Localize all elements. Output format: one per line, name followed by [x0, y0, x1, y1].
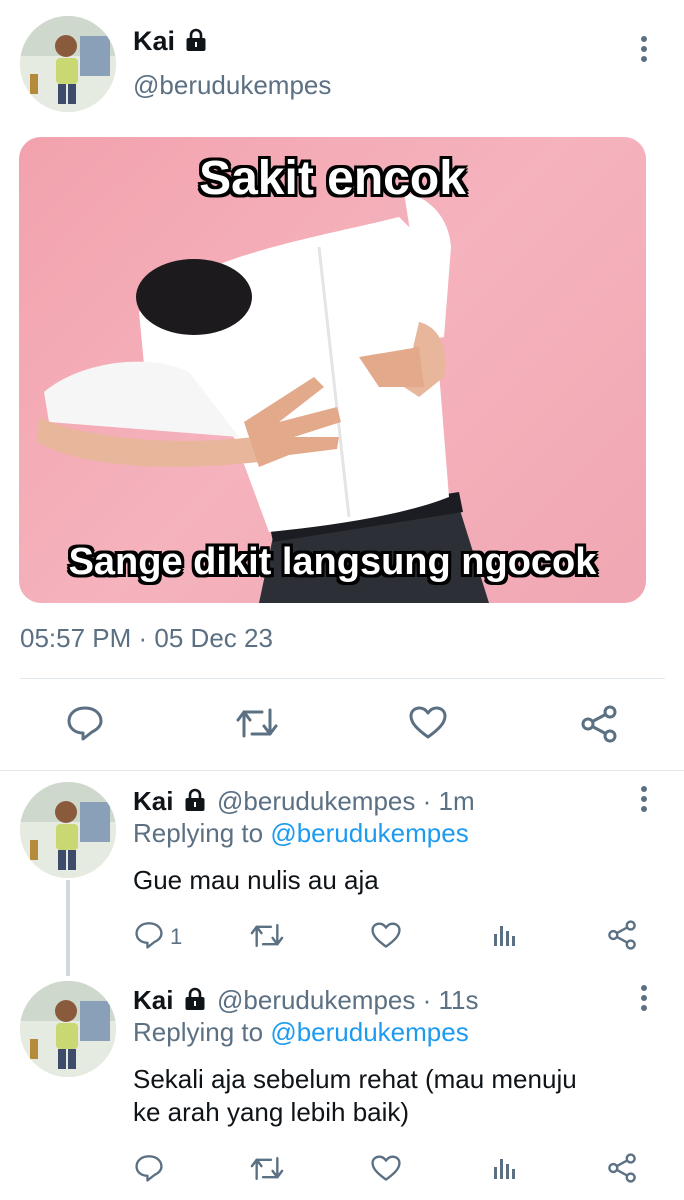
author-name[interactable]: Kai: [133, 26, 175, 56]
like-icon[interactable]: [371, 1155, 401, 1182]
reply-text-line-1: Sekali aja sebelum rehat (mau menuju: [133, 1064, 577, 1094]
replying-to-label: Replying to: [133, 818, 264, 848]
lock-icon: [185, 28, 207, 57]
divider: [20, 678, 665, 679]
retweet-icon[interactable]: [250, 1155, 284, 1182]
replying-to-handle[interactable]: @berudukempes: [270, 1017, 468, 1047]
analytics-icon[interactable]: [492, 922, 518, 948]
like-icon[interactable]: [371, 922, 401, 949]
reply-text-line-2: ke arah yang lebih baik): [133, 1097, 410, 1127]
reply-count: 1: [170, 924, 183, 949]
analytics-icon[interactable]: [492, 1155, 518, 1181]
tweet-image[interactable]: Sakit encok Sange dikit langsung ngocok: [19, 137, 646, 603]
replying-to-label: Replying to: [133, 1017, 264, 1047]
replying-to-handle[interactable]: @berudukempes: [270, 818, 468, 848]
avatar[interactable]: [20, 981, 116, 1077]
divider: [0, 770, 684, 771]
reply-author-name[interactable]: Kai: [133, 985, 173, 1015]
reply-meta[interactable]: @berudukempes · 11s: [217, 985, 479, 1016]
reply-text: Gue mau nulis au aja: [133, 865, 379, 895]
like-icon[interactable]: [409, 706, 447, 740]
retweet-icon[interactable]: [250, 922, 284, 949]
reply-meta[interactable]: @berudukempes · 1m: [217, 786, 475, 817]
more-icon[interactable]: [634, 34, 654, 64]
author-handle[interactable]: @berudukempes: [133, 70, 331, 101]
meme-top-caption: Sakit encok: [199, 152, 466, 205]
share-icon[interactable]: [580, 705, 618, 743]
thread-line: [66, 880, 70, 976]
lock-icon: [184, 987, 206, 1016]
share-icon[interactable]: [607, 920, 637, 950]
reply-icon[interactable]: [134, 1154, 164, 1182]
reply-author-name[interactable]: Kai: [133, 786, 173, 816]
more-icon[interactable]: [634, 983, 654, 1013]
avatar[interactable]: [20, 16, 116, 112]
avatar[interactable]: [20, 782, 116, 878]
lock-icon: [184, 788, 206, 817]
meme-bottom-caption: Sange dikit langsung ngocok: [68, 541, 597, 583]
share-icon[interactable]: [607, 1153, 637, 1183]
reply-icon[interactable]: [134, 921, 164, 949]
tweet-timestamp[interactable]: 05:57 PM · 05 Dec 23: [20, 623, 273, 654]
retweet-icon[interactable]: [236, 706, 278, 740]
more-icon[interactable]: [634, 784, 654, 814]
reply-icon[interactable]: [66, 705, 104, 741]
meme-illustration: [37, 192, 489, 603]
